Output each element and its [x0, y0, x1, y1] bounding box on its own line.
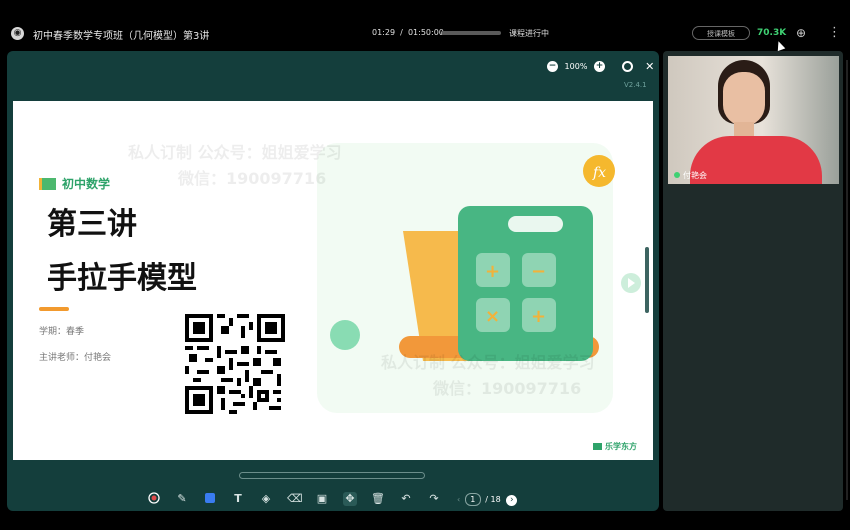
playback-time: 01:29 / 01:50:00	[372, 28, 444, 37]
term-label: 学期：春季	[39, 327, 85, 337]
whiteboard-panel: − 100% + ✕ V2.4.1 fx + − × + 私人订制 公众号：姐姐…	[7, 51, 659, 511]
eraser-icon[interactable]: ⌫	[287, 492, 303, 506]
network-speed: 70.3K	[757, 28, 787, 38]
page-input[interactable]: 1	[464, 493, 481, 506]
text-icon[interactable]: T	[231, 492, 245, 506]
time-current: 01:29	[372, 28, 396, 37]
watermark-line2: 微信：190097716	[178, 169, 327, 188]
version-label: V2.4.1	[624, 81, 647, 89]
book-icon	[39, 178, 56, 190]
vertical-scrollbar[interactable]	[645, 247, 649, 313]
horizontal-scrollbar[interactable]	[239, 472, 425, 479]
page-navigator: ‹ 1 / 18 ›	[457, 493, 518, 506]
svg-text:+: +	[531, 306, 546, 327]
courseware-slide: fx + − × + 私人订制 公众号：姐姐爱学习 微信：190097716 私…	[13, 101, 653, 460]
teacher-label: 主讲老师：付艳会	[39, 353, 112, 363]
top-bar: ◉ 初中春季数学专项班（几何模型）第3讲 01:29 / 01:50:00 课程…	[0, 0, 850, 48]
brand-mark-icon	[593, 443, 602, 450]
watermark-line1-b: 私人订制 公众号：姐姐爱学习	[381, 353, 595, 372]
highlighter-icon[interactable]: ◈	[259, 492, 273, 506]
side-panel: 付艳会	[663, 51, 843, 511]
qr-code	[185, 314, 285, 414]
zoom-level: 100%	[564, 62, 588, 71]
zoom-icon[interactable]: ⊕	[796, 26, 806, 40]
record-icon[interactable]	[147, 492, 161, 506]
undo-icon[interactable]: ↶	[399, 492, 413, 506]
subject-label: 初中数学	[39, 175, 110, 192]
video-name-label: 付艳会	[674, 170, 707, 181]
brand-logo: 乐学东方	[593, 441, 637, 452]
svg-text:×: ×	[485, 306, 500, 327]
template-button[interactable]: 授课模板	[692, 26, 750, 40]
fullscreen-icon[interactable]	[621, 61, 633, 72]
delete-icon[interactable]: 🗑	[371, 492, 385, 506]
zoom-controls: − 100% + ✕	[547, 60, 654, 74]
more-menu-icon[interactable]: ⋮	[828, 25, 841, 40]
watermark-line2-b: 微信：190097716	[433, 379, 582, 398]
next-page-button[interactable]: ›	[506, 495, 518, 506]
save-icon[interactable]: ▣	[315, 492, 329, 506]
page-total: / 18	[485, 495, 501, 504]
app-logo-icon: ◉	[11, 27, 24, 40]
drawing-toolbar: ✎ T ◈ ⌫ ▣ ✥ 🗑 ↶ ↷ ‹ 1 / 18 ›	[7, 487, 659, 511]
redo-icon[interactable]: ↷	[427, 492, 441, 506]
lecture-topic: 手拉手模型	[47, 262, 197, 295]
course-title: 初中春季数学专项班（几何模型）第3讲	[33, 31, 210, 42]
geometry-badge-icon	[330, 320, 360, 350]
zoom-in-button[interactable]: +	[593, 61, 605, 72]
divider	[39, 307, 69, 311]
close-icon[interactable]: ✕	[645, 60, 654, 73]
progress-bar[interactable]	[441, 31, 501, 35]
progress-fill	[441, 31, 442, 35]
svg-text:fx: fx	[592, 165, 606, 181]
watermark-line1: 私人订制 公众号：姐姐爱学习	[128, 143, 342, 162]
pen-icon[interactable]: ✎	[175, 492, 189, 506]
teacher-video[interactable]: 付艳会	[668, 56, 839, 184]
svg-text:−: −	[531, 261, 546, 282]
time-total: 01:50:00	[407, 28, 444, 37]
move-icon[interactable]: ✥	[343, 492, 357, 506]
svg-text:+: +	[485, 261, 500, 282]
class-status: 课程进行中	[509, 29, 549, 38]
lecture-number: 第三讲	[47, 208, 137, 241]
zoom-out-button[interactable]: −	[547, 61, 558, 72]
mic-status-icon	[674, 172, 680, 178]
prev-page-icon[interactable]: ‹	[457, 495, 460, 504]
color-icon[interactable]	[203, 492, 217, 506]
page-scrollbar[interactable]	[846, 60, 848, 500]
